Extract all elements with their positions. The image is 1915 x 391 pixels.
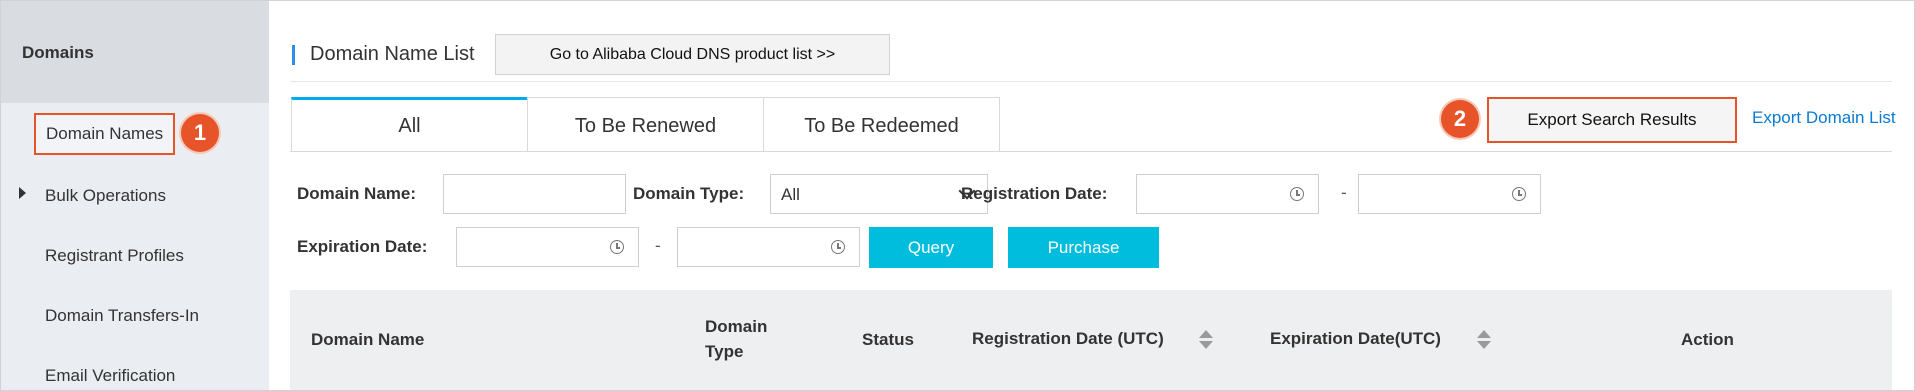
registration-date-end-input[interactable] [1358, 174, 1541, 214]
tab-to-be-renewed[interactable]: To Be Renewed [527, 97, 764, 152]
sidebar-header: Domains [1, 1, 269, 103]
registration-date-label: Registration Date: [961, 184, 1108, 203]
clock-icon[interactable] [610, 240, 624, 254]
column-header-action: Action [1681, 330, 1734, 349]
tab-all[interactable]: All [291, 97, 528, 152]
export-search-results-button[interactable]: Export Search Results [1487, 97, 1737, 143]
clock-icon[interactable] [1512, 187, 1526, 201]
purchase-button[interactable]: Purchase [1008, 227, 1159, 268]
sidebar: Domains Domain Names Bulk Operations Reg… [1, 1, 269, 390]
sidebar-item-domain-names[interactable]: Domain Names [34, 113, 176, 155]
page-title: Domain Name List [310, 43, 475, 65]
query-button[interactable]: Query [869, 227, 993, 268]
column-header-domain-type: Domain Type [705, 317, 768, 361]
expiration-date-label: Expiration Date: [297, 237, 428, 256]
column-header-status: Status [862, 330, 914, 349]
domain-type-label: Domain Type: [633, 184, 745, 203]
callout-badge-1: 1 [181, 114, 219, 152]
table-header: Domain Name Domain Type Status Registrat… [290, 290, 1892, 390]
expiration-date-end-input[interactable] [677, 227, 860, 267]
domain-type-select[interactable]: All [770, 174, 988, 214]
column-header-expiration-date[interactable]: Expiration Date(UTC) [1270, 329, 1441, 349]
registration-date-separator: - [1341, 183, 1347, 202]
domain-name-label: Domain Name: [297, 184, 417, 203]
main-content: Domain Name List Go to Alibaba Cloud DNS… [270, 1, 1914, 390]
title-accent-bar [292, 45, 295, 65]
export-domain-list-link[interactable]: Export Domain List [1752, 108, 1896, 128]
tab-to-be-redeemed[interactable]: To Be Redeemed [763, 97, 1000, 152]
clock-icon[interactable] [831, 240, 845, 254]
callout-badge-2: 2 [1441, 100, 1479, 138]
column-header-registration-date[interactable]: Registration Date (UTC) [972, 329, 1164, 349]
sidebar-item-bulk-operations[interactable]: Bulk Operations [45, 186, 166, 206]
sidebar-item-registrant-profiles[interactable]: Registrant Profiles [45, 246, 184, 266]
registration-date-start-input[interactable] [1136, 174, 1319, 214]
sidebar-item-email-verification[interactable]: Email Verification [45, 366, 175, 386]
goto-dns-product-list-button[interactable]: Go to Alibaba Cloud DNS product list >> [495, 34, 890, 75]
sidebar-item-domain-transfers-in[interactable]: Domain Transfers-In [45, 306, 199, 326]
column-header-domain-name: Domain Name [311, 330, 425, 349]
sort-icon[interactable] [1199, 330, 1213, 350]
caret-right-icon[interactable] [19, 187, 26, 199]
divider [290, 81, 1892, 82]
expiration-date-start-input[interactable] [456, 227, 639, 267]
domain-name-input[interactable] [443, 174, 626, 214]
clock-icon[interactable] [1290, 187, 1304, 201]
sidebar-title: Domains [22, 43, 94, 62]
domain-type-value: All [781, 185, 800, 204]
sort-icon[interactable] [1477, 330, 1491, 350]
tabs-underline [290, 151, 1892, 152]
expiration-date-separator: - [655, 236, 661, 255]
